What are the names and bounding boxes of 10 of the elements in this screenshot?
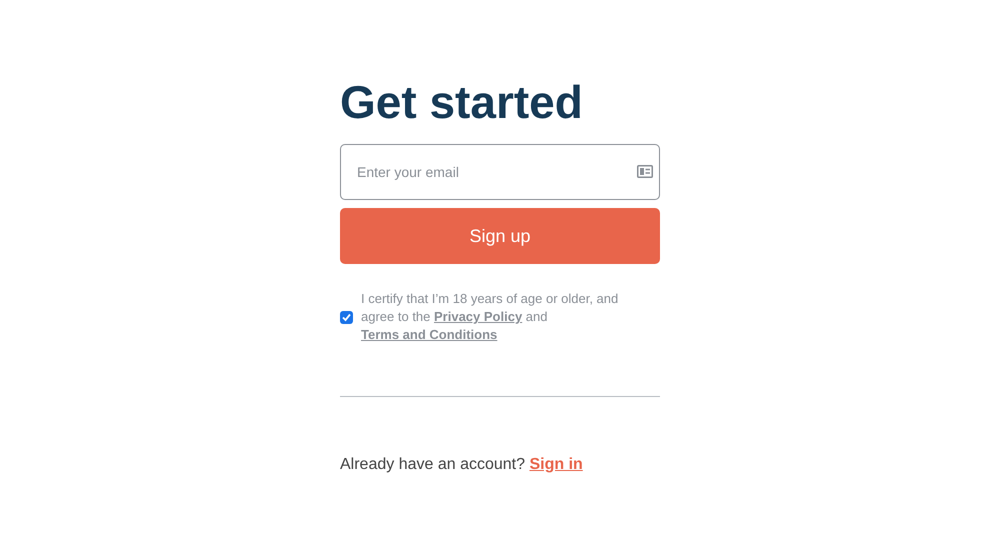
sign-in-link[interactable]: Sign in (529, 456, 583, 473)
sign-up-button[interactable]: Sign up (340, 208, 660, 264)
email-field[interactable]: Enter your email (340, 144, 660, 200)
sign-in-prompt: Already have an account? Sign in (340, 455, 584, 475)
page-title: Get started (340, 75, 583, 130)
consent-text: I certify that I’m 18 years of age or older, and agree to the Privacy Policy and Terms and Conditions (361, 290, 620, 344)
contact-card-icon (637, 165, 653, 178)
consent-checkbox[interactable] (340, 310, 353, 324)
consent-link[interactable]: Privacy Policy (434, 309, 522, 324)
consent-link[interactable]: Terms and Conditions (361, 327, 498, 342)
